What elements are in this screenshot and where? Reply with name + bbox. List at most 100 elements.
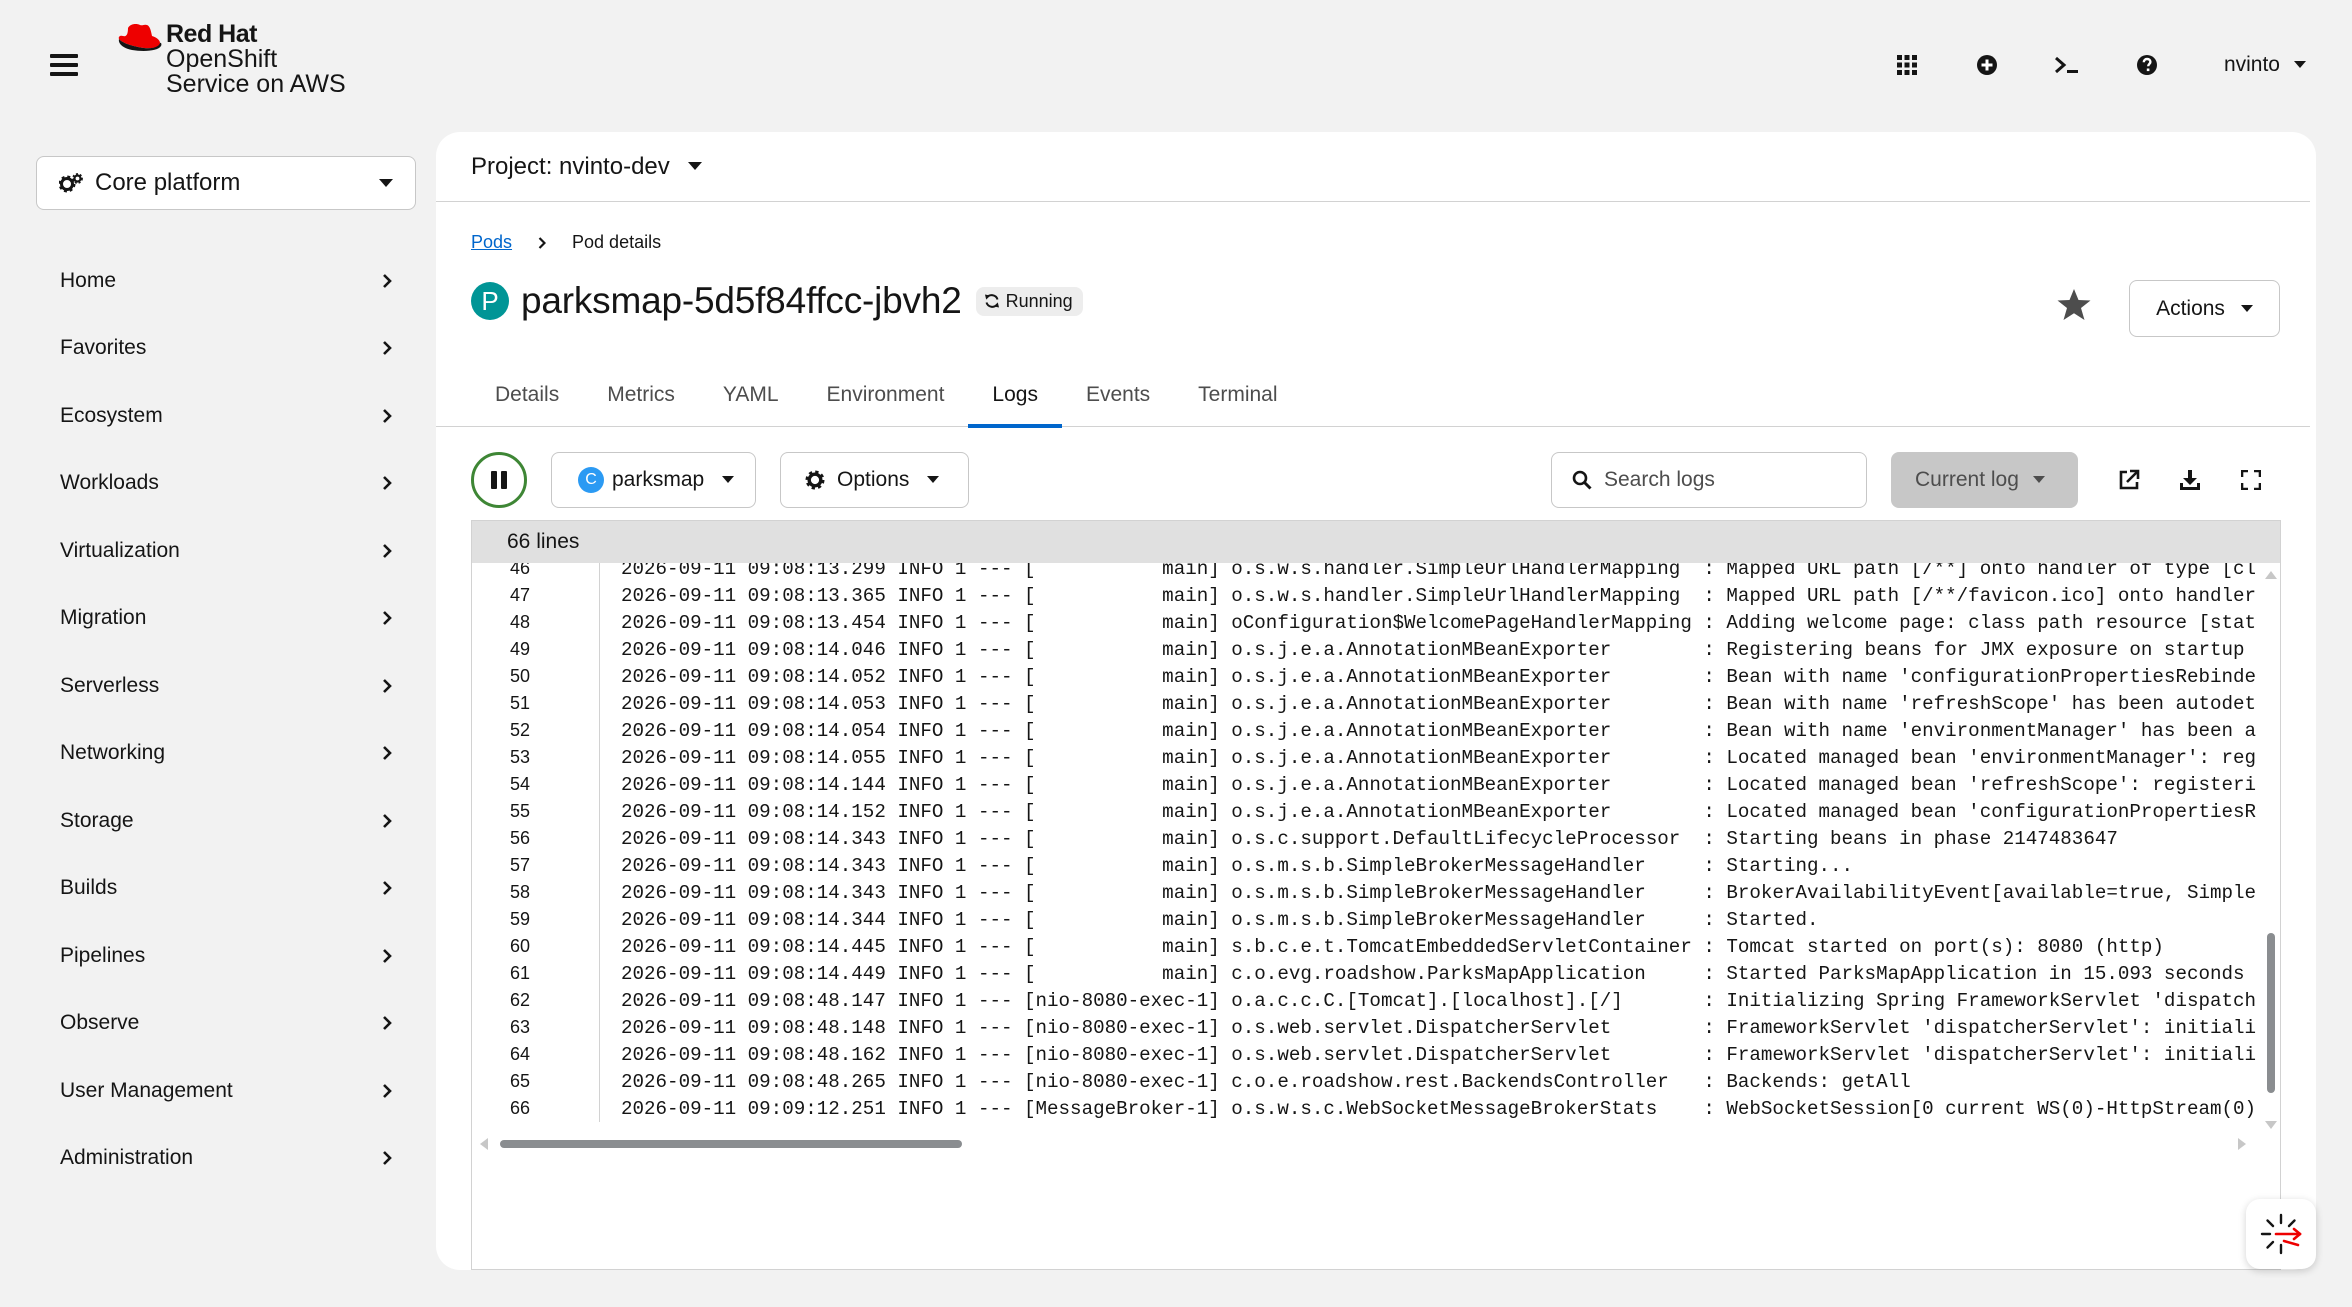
add-icon (1976, 55, 1997, 75)
sidebar-item-label: Observe (60, 1011, 140, 1035)
perspective-switcher[interactable]: Core platform (36, 156, 416, 210)
log-line-text: 2026-09-11 09:08:13.454 INFO 1 --- [ mai… (621, 611, 2257, 634)
log-line: 54 2026-09-11 09:08:14.144 INFO 1 --- [ m… (472, 771, 2257, 798)
tab-yaml[interactable]: YAML (699, 372, 803, 427)
tab-terminal[interactable]: Terminal (1174, 372, 1301, 427)
breadcrumb-link-pods[interactable]: Pods (471, 232, 512, 253)
log-line: 56 2026-09-11 09:08:14.343 INFO 1 --- [ m… (472, 825, 2257, 852)
container-select[interactable]: C parksmap (551, 452, 756, 508)
sidebar-item-label: Workloads (60, 471, 159, 495)
scrollbar-thumb[interactable] (2267, 933, 2275, 1093)
assistant-launcher-button[interactable] (2246, 1199, 2316, 1269)
favorite-button[interactable] (2056, 288, 2096, 328)
log-line: 63 2026-09-11 09:08:48.148 INFO 1 --- [ni… (472, 1014, 2257, 1041)
sidebar-item-serverless[interactable]: Serverless (36, 652, 416, 720)
sidebar-item-networking[interactable]: Networking (36, 720, 416, 788)
apps-grid-icon (1896, 55, 1917, 75)
log-line-number: 58 (509, 882, 530, 902)
log-line: 60 2026-09-11 09:08:14.445 INFO 1 --- [ m… (472, 933, 2257, 960)
expand-icon (2241, 470, 2261, 490)
log-line-text: 2026-09-11 09:08:48.147 INFO 1 --- [nio-… (621, 989, 2257, 1012)
tab-environment[interactable]: Environment (803, 372, 969, 427)
log-gutter (530, 987, 600, 1014)
nav-toggle-button[interactable] (50, 54, 78, 78)
log-gutter (530, 609, 600, 636)
sidebar-item-favorites[interactable]: Favorites (36, 315, 416, 383)
sidebar-item-ecosystem[interactable]: Ecosystem (36, 382, 416, 450)
log-gutter (530, 636, 600, 663)
log-line-number: 56 (509, 828, 530, 848)
perspective-label: Core platform (95, 169, 241, 196)
sidebar-item-virtualization[interactable]: Virtualization (36, 517, 416, 585)
chevron-right-icon (383, 948, 392, 963)
tab-logs[interactable]: Logs (968, 372, 1062, 428)
sidebar-item-migration[interactable]: Migration (36, 585, 416, 653)
log-type-select[interactable]: Current log (1891, 452, 2078, 508)
scrollbar-thumb[interactable] (500, 1140, 962, 1148)
brand-logo[interactable]: Red Hat OpenShift Service on AWS (114, 22, 346, 97)
sidebar-item-pipelines[interactable]: Pipelines (36, 922, 416, 990)
sidebar-item-home[interactable]: Home (36, 247, 416, 315)
tab-details[interactable]: Details (471, 372, 583, 427)
sidebar-item-storage[interactable]: Storage (36, 787, 416, 855)
sidebar-item-label: Builds (60, 876, 118, 900)
tab-metrics[interactable]: Metrics (583, 372, 699, 427)
log-line-text: 2026-09-11 09:08:14.053 INFO 1 --- [ mai… (621, 692, 2257, 715)
project-selector[interactable]: Project: nvinto-dev (436, 132, 2310, 202)
log-gutter (530, 960, 600, 987)
sidebar-item-label: Virtualization (60, 538, 180, 562)
scroll-up-icon (2265, 571, 2277, 579)
log-line-number: 65 (509, 1071, 530, 1091)
app-launcher-button[interactable] (1882, 40, 1932, 90)
log-line: 47 2026-09-11 09:08:13.365 INFO 1 --- [ m… (472, 582, 2257, 609)
chevron-right-icon (383, 813, 392, 828)
log-line: 66 2026-09-11 09:09:12.251 INFO 1 --- [Me… (472, 1095, 2257, 1122)
command-line-button[interactable] (2042, 40, 2092, 90)
log-line-number: 48 (509, 612, 530, 632)
sidebar-item-workloads[interactable]: Workloads (36, 450, 416, 518)
sidebar-item-label: Migration (60, 606, 147, 630)
log-gutter (530, 771, 600, 798)
caret-down-icon (379, 178, 393, 187)
log-search[interactable] (1551, 452, 1867, 508)
container-badge: C (578, 467, 604, 493)
log-line: 46 2026-09-11 09:08:13.299 INFO 1 --- [ m… (472, 563, 2257, 582)
log-line-text: 2026-09-11 09:08:14.055 INFO 1 --- [ mai… (621, 746, 2257, 769)
sidebar-item-observe[interactable]: Observe (36, 990, 416, 1058)
actions-menu-button[interactable]: Actions (2129, 280, 2280, 337)
user-menu-toggle[interactable]: nvinto (2224, 53, 2306, 77)
log-gutter (530, 690, 600, 717)
download-log-button[interactable] (2174, 464, 2206, 496)
open-raw-button[interactable] (2113, 464, 2145, 496)
log-line: 50 2026-09-11 09:08:14.052 INFO 1 --- [ m… (472, 663, 2257, 690)
expand-button[interactable] (2235, 464, 2267, 496)
log-line-number: 53 (509, 747, 530, 767)
caret-down-icon (687, 162, 702, 170)
log-line-text: 2026-09-11 09:08:14.344 INFO 1 --- [ mai… (621, 908, 1819, 931)
log-line: 51 2026-09-11 09:08:14.053 INFO 1 --- [ m… (472, 690, 2257, 717)
tab-events[interactable]: Events (1062, 372, 1174, 427)
chevron-right-icon (383, 678, 392, 693)
sidebar-item-user-management[interactable]: User Management (36, 1057, 416, 1125)
quick-create-button[interactable] (1962, 40, 2012, 90)
chevron-right-icon (538, 236, 547, 249)
log-content[interactable]: 46 2026-09-11 09:08:13.299 INFO 1 --- [ m… (472, 563, 2280, 1133)
actions-label: Actions (2156, 296, 2225, 320)
sidebar-item-label: Networking (60, 741, 166, 765)
log-options-button[interactable]: Options (780, 452, 969, 508)
assistant-icon (2260, 1213, 2302, 1255)
brand-line-2: OpenShift (166, 45, 278, 73)
log-line-number: 63 (509, 1017, 530, 1037)
sidebar-item-builds[interactable]: Builds (36, 855, 416, 923)
chevron-right-icon (383, 1083, 392, 1098)
log-line: 49 2026-09-11 09:08:14.046 INFO 1 --- [ m… (472, 636, 2257, 663)
pause-streaming-button[interactable] (471, 452, 527, 508)
search-input[interactable] (1604, 468, 1854, 492)
pause-icon-bar (501, 471, 507, 489)
user-name: nvinto (2223, 53, 2280, 76)
horizontal-scrollbar[interactable] (472, 1133, 2262, 1153)
vertical-scrollbar[interactable] (2262, 563, 2278, 1133)
star-icon (2057, 289, 2091, 320)
help-button[interactable] (2122, 40, 2172, 90)
sidebar-item-administration[interactable]: Administration (36, 1125, 416, 1193)
